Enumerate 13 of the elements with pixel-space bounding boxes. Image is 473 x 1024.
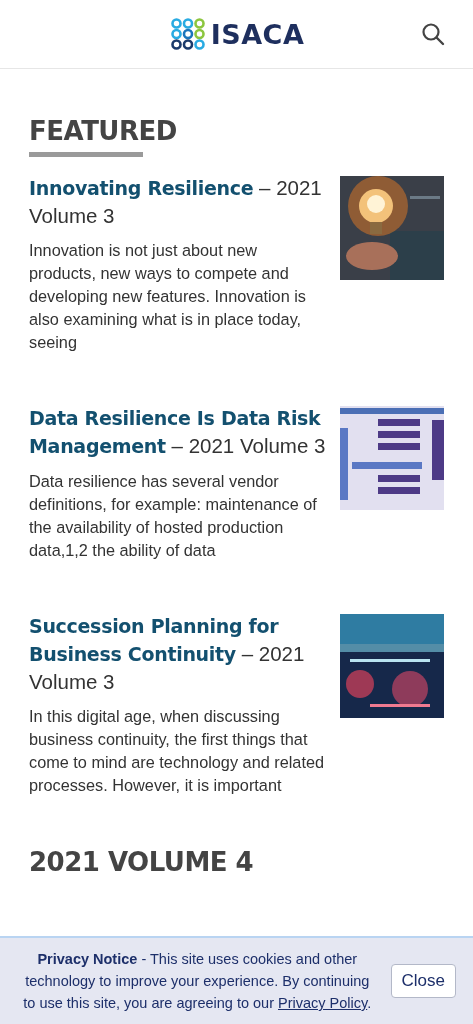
article-title[interactable]: Data Resilience Is Data Risk Management – 2021 Volume 3	[29, 404, 326, 460]
close-button[interactable]: Close	[390, 964, 456, 998]
search-icon[interactable]	[421, 22, 445, 46]
privacy-notice: Privacy Notice - This site uses cookies and other technology to improve your experience. By continuing to use this site, you are agreeing to our Privacy Policy.	[22, 950, 373, 1013]
article-excerpt: Data resilience has several vendor definitions, for example: maintenance of the availability of hosted production data,1,2 the ability of data	[29, 471, 318, 561]
article-title[interactable]: Succession Planning for Business Continuity – 2021 Volume 3	[29, 612, 326, 695]
article-title[interactable]: Innovating Resilience – 2021 Volume 3	[29, 174, 326, 229]
logo-wordmark[interactable]: ISACA	[210, 18, 305, 50]
article-excerpt: Innovation is not just about new products, new ways to compete and developing new features. Innovation is also examining what is in place today, seeing	[29, 240, 307, 353]
section-heading: 2021 VOLUME 4	[29, 847, 255, 877]
logo-icon	[170, 18, 205, 50]
article-excerpt: In this digital age, when discussing business continuity, the first things that come to mind are technology and related processes. However, it is important	[29, 706, 326, 796]
section-heading: FEATURED	[29, 116, 178, 146]
